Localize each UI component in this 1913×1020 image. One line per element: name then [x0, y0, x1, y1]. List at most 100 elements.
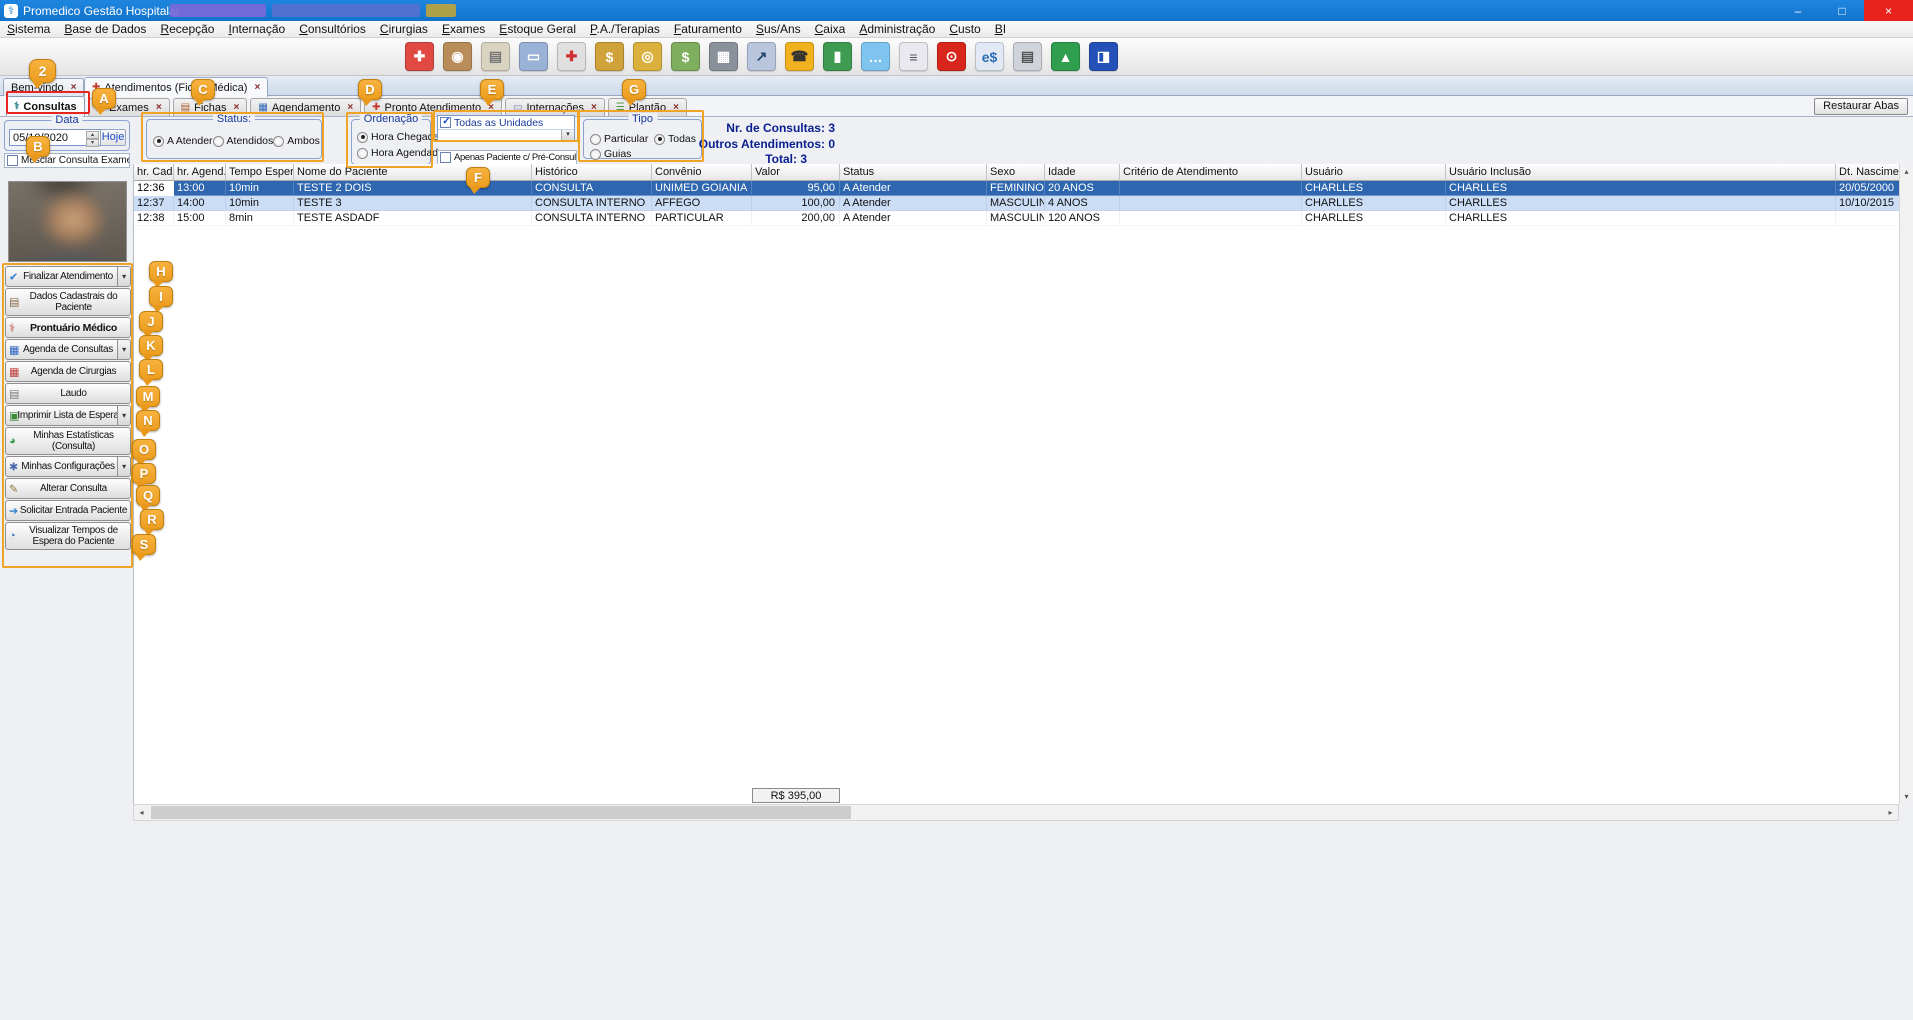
menu-item-consultorios[interactable]: Consultórios: [292, 21, 373, 38]
scroll-left-icon[interactable]: ◂: [134, 805, 149, 820]
scroll-down-icon[interactable]: ▾: [1900, 789, 1913, 804]
menu-item-p-a-terapias[interactable]: P.A./Terapias: [583, 21, 667, 38]
menu-item-custo[interactable]: Custo: [942, 21, 987, 38]
unidades-dropdown[interactable]: ▾: [438, 129, 574, 140]
power-icon[interactable]: ⊙: [937, 42, 966, 71]
hoje-button[interactable]: Hoje: [100, 129, 126, 146]
coins-icon[interactable]: ◎: [633, 42, 662, 71]
scroll-right-icon[interactable]: ▸: [1883, 805, 1898, 820]
menu-item-exames[interactable]: Exames: [435, 21, 492, 38]
menu-item-base-de-dados[interactable]: Base de Dados: [57, 21, 153, 38]
money-bag-icon[interactable]: $: [595, 42, 624, 71]
invoice-icon[interactable]: e$: [975, 42, 1004, 71]
chart-icon[interactable]: ▲: [1051, 42, 1080, 71]
column-header-sexo[interactable]: Sexo: [987, 164, 1045, 181]
phonebook-icon[interactable]: ☎: [785, 42, 814, 71]
close-icon[interactable]: ×: [347, 102, 353, 113]
radio-atendidos[interactable]: Atendidos: [213, 135, 274, 147]
horizontal-scrollbar[interactable]: ◂ ▸: [133, 804, 1899, 821]
finalizar-atendimento-button[interactable]: ✔Finalizar Atendimento▾: [5, 266, 131, 287]
radio-todas[interactable]: Todas: [654, 133, 696, 145]
laudo-button[interactable]: ▤Laudo: [5, 383, 131, 404]
table-row[interactable]: 12:3613:0010minTESTE 2 DOISCONSULTAUNIME…: [134, 181, 1899, 196]
column-header-criterio-de-atendimento[interactable]: Critério de Atendimento: [1120, 164, 1302, 181]
menu-item-internacao[interactable]: Internação: [221, 21, 292, 38]
menu-item-bi[interactable]: BI: [988, 21, 1013, 38]
menu-item-sistema[interactable]: Sistema: [0, 21, 57, 38]
column-header-idade[interactable]: Idade: [1045, 164, 1120, 181]
column-header-hr-cad[interactable]: hr. Cad.: [134, 164, 174, 181]
column-header-dt-nascimento[interactable]: Dt. Nascimento: [1836, 164, 1900, 181]
dropdown-arrow-icon[interactable]: ▾: [117, 406, 130, 425]
date-spinner[interactable]: ▴▾: [86, 131, 99, 144]
radio-a-atender[interactable]: A Atender: [153, 135, 213, 147]
dados-cadastrais-do-paciente-button[interactable]: ▤Dados Cadastrais do Paciente: [5, 288, 131, 316]
agenda-de-consultas-button[interactable]: ▦Agenda de Consultas▾: [5, 339, 131, 360]
spinner-down-icon[interactable]: ▾: [86, 139, 99, 147]
restaurar-abas-button[interactable]: Restaurar Abas: [1814, 98, 1908, 115]
ambulance-icon[interactable]: ✚: [557, 42, 586, 71]
close-button[interactable]: ×: [1864, 0, 1913, 21]
medicines-icon[interactable]: ✚: [405, 42, 434, 71]
close-icon[interactable]: ×: [591, 102, 597, 113]
close-icon[interactable]: ×: [234, 102, 240, 113]
column-header-valor[interactable]: Valor: [752, 164, 840, 181]
internment-bed-icon[interactable]: ▭: [519, 42, 548, 71]
menu-item-cirurgias[interactable]: Cirurgias: [373, 21, 435, 38]
menu-item-caixa[interactable]: Caixa: [808, 21, 853, 38]
minimize-button[interactable]: –: [1776, 0, 1820, 21]
visualizar-tempos-de-espera-do-paciente-button[interactable]: ◔Visualizar Tempos de Espera do Paciente: [5, 522, 131, 550]
close-icon[interactable]: ×: [71, 82, 77, 93]
column-header-usuario-inclusao[interactable]: Usuário Inclusão: [1446, 164, 1836, 181]
tab-agendamento[interactable]: ▦Agendamento×: [250, 98, 361, 116]
document-icon[interactable]: ▤: [1013, 42, 1042, 71]
column-header-hr-agend[interactable]: hr. Agend.: [174, 164, 226, 181]
dropdown-arrow-icon[interactable]: ▾: [117, 267, 130, 286]
column-header-nome-do-paciente[interactable]: Nome do Paciente: [294, 164, 532, 181]
menu-item-estoque-geral[interactable]: Estoque Geral: [492, 21, 583, 38]
table-row[interactable]: 12:3714:0010minTESTE 3CONSULTA INTERNOAF…: [134, 196, 1899, 211]
scroll-up-icon[interactable]: ▴: [1900, 164, 1913, 179]
close-icon[interactable]: ×: [673, 102, 679, 113]
todas-unidades-checkbox[interactable]: Todas as Unidades: [438, 116, 574, 129]
reception-icon[interactable]: ◉: [443, 42, 472, 71]
ledger-icon[interactable]: ▮: [823, 42, 852, 71]
mesclar-consulta-checkbox[interactable]: Mesclar Consulta Exame: [4, 153, 130, 168]
scrollbar-thumb[interactable]: [151, 806, 851, 819]
table-row[interactable]: 12:3815:008minTESTE ASDADFCONSULTA INTER…: [134, 211, 1899, 226]
menu-item-faturamento[interactable]: Faturamento: [667, 21, 749, 38]
radio-hora-agendada[interactable]: Hora Agendada: [357, 147, 444, 159]
alterar-consulta-button[interactable]: ✎Alterar Consulta: [5, 478, 131, 499]
solicitar-entrada-paciente-button[interactable]: ➔Solicitar Entrada Paciente: [5, 500, 131, 521]
payments-icon[interactable]: $: [671, 42, 700, 71]
date-input[interactable]: 05/10/2020 ▴▾: [9, 129, 101, 146]
menu-item-recepcao[interactable]: Recepção: [153, 21, 221, 38]
spinner-up-icon[interactable]: ▴: [86, 131, 99, 139]
vertical-scrollbar[interactable]: ▴ ▾: [1899, 164, 1913, 804]
bi-icon[interactable]: ◨: [1089, 42, 1118, 71]
column-header-convenio[interactable]: Convênio: [652, 164, 752, 181]
column-header-historico[interactable]: Histórico: [532, 164, 652, 181]
pre-consulta-checkbox[interactable]: Apenas Paciente c/ Pré-Consulta: [437, 150, 577, 165]
maximize-button[interactable]: □: [1820, 0, 1864, 21]
close-icon[interactable]: ×: [254, 82, 260, 93]
prontuario-medico-button[interactable]: ⚕Prontuário Médico: [5, 317, 131, 338]
menu-item-sus-ans[interactable]: Sus/Ans: [749, 21, 808, 38]
radio-ambos[interactable]: Ambos: [273, 135, 320, 147]
radio-particular[interactable]: Particular: [590, 133, 648, 145]
chevron-down-icon[interactable]: ▾: [561, 130, 574, 140]
column-header-tempo-espera[interactable]: Tempo Espera: [226, 164, 294, 181]
radio-guias[interactable]: Guias: [590, 148, 631, 160]
unidades-combobox[interactable]: Todas as Unidades ▾: [437, 115, 575, 141]
chat-icon[interactable]: …: [861, 42, 890, 71]
agenda-de-cirurgias-button[interactable]: ▦Agenda de Cirurgias: [5, 361, 131, 382]
column-header-usuario[interactable]: Usuário: [1302, 164, 1446, 181]
safe-icon[interactable]: ▦: [709, 42, 738, 71]
dropdown-arrow-icon[interactable]: ▾: [117, 340, 130, 359]
minhas-estatisticas-consulta-button[interactable]: ◕Minhas Estatísticas (Consulta): [5, 427, 131, 455]
column-header-status[interactable]: Status: [840, 164, 987, 181]
stock-chart-icon[interactable]: ↗: [747, 42, 776, 71]
menu-item-administracao[interactable]: Administração: [852, 21, 942, 38]
close-icon[interactable]: ×: [156, 102, 162, 113]
records-icon[interactable]: ▤: [481, 42, 510, 71]
